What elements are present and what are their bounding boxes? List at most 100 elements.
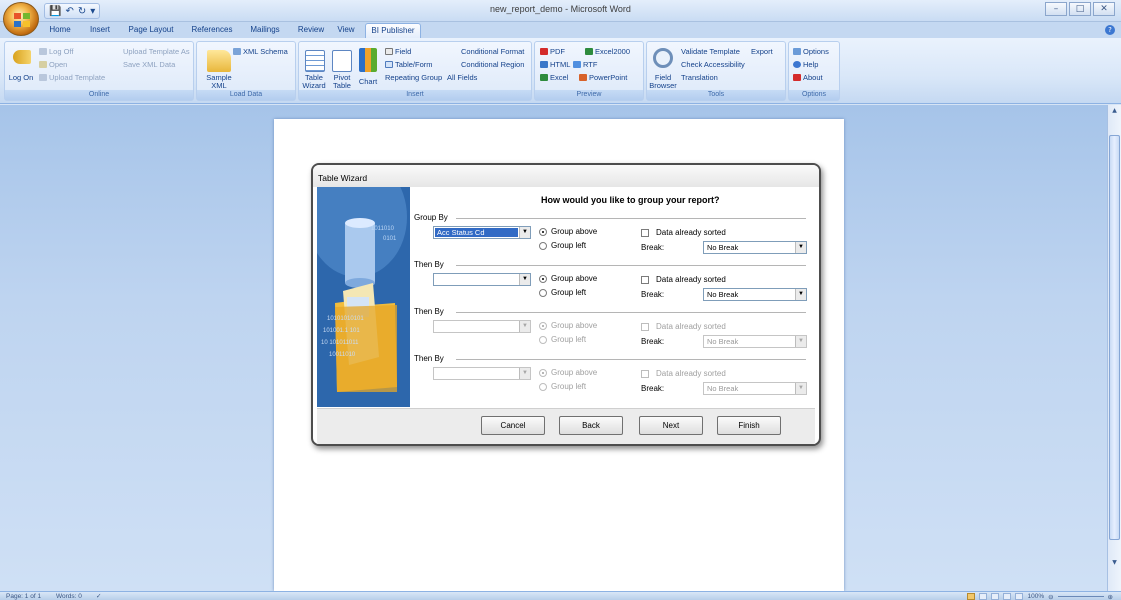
group-left-radio[interactable] — [539, 289, 547, 297]
tab-review[interactable]: Review — [295, 23, 327, 38]
log-on-button[interactable]: Log On — [5, 74, 37, 82]
zoom-slider[interactable] — [1057, 596, 1104, 597]
zoom-out-icon[interactable]: ⊖ — [1048, 593, 1053, 600]
group-left-radio — [539, 383, 547, 391]
field-browser-button[interactable]: Field Browser — [647, 74, 679, 90]
scroll-up-icon[interactable]: ▲ — [1109, 107, 1120, 117]
options-icon — [793, 48, 801, 55]
excel-icon — [540, 74, 548, 81]
tab-bi-publisher[interactable]: BI Publisher — [365, 23, 421, 38]
zoom-level[interactable]: 100% — [1027, 593, 1044, 600]
group-label-online: Online — [5, 90, 193, 100]
break-label: Break: — [641, 243, 665, 252]
preview-powerpoint-button[interactable]: PowerPoint — [579, 73, 627, 82]
group-above-radio[interactable] — [539, 275, 547, 283]
data-sorted-label: Data already sorted — [656, 322, 726, 331]
group-left-label: Group left — [551, 241, 587, 250]
preview-html-button[interactable]: HTML — [540, 60, 570, 69]
vertical-scrollbar[interactable]: ▲ ▼ — [1107, 105, 1121, 591]
break-select[interactable]: No Break ▼ — [703, 288, 807, 301]
dropdown-arrow-icon: ▼ — [519, 368, 530, 379]
web-layout-view-icon[interactable] — [991, 593, 1000, 600]
preview-excel-button[interactable]: Excel — [540, 73, 568, 82]
repeating-group-button[interactable]: Repeating Group — [385, 73, 442, 82]
powerpoint-icon — [579, 74, 587, 81]
group-insert: Table Wizard Pivot Table Chart Field Tab… — [298, 41, 532, 101]
data-sorted-label: Data already sorted — [656, 275, 726, 284]
upload-template-button[interactable]: Upload Template — [39, 73, 105, 82]
dropdown-arrow-icon[interactable]: ▼ — [795, 289, 806, 300]
data-sorted-checkbox — [641, 370, 649, 378]
tab-view[interactable]: View — [333, 23, 359, 38]
pivot-table-button[interactable]: Pivot Table — [329, 74, 355, 90]
draft-view-icon[interactable] — [1015, 593, 1024, 600]
minimize-button[interactable]: – — [1045, 2, 1067, 16]
full-screen-view-icon[interactable] — [979, 593, 988, 600]
data-sorted-checkbox[interactable] — [641, 276, 649, 284]
log-off-button[interactable]: Log Off — [39, 47, 73, 56]
break-label: Break: — [641, 290, 665, 299]
chart-button[interactable]: Chart — [355, 78, 381, 86]
group-by-select[interactable]: Acc Status Cd ▼ — [433, 226, 531, 239]
data-sorted-checkbox[interactable] — [641, 229, 649, 237]
chart-icon — [359, 48, 377, 72]
open-button[interactable]: Open — [39, 60, 67, 69]
check-accessibility-button[interactable]: Check Accessibility — [681, 60, 745, 69]
table-form-button[interactable]: Table/Form — [385, 60, 433, 69]
data-sorted-label: Data already sorted — [656, 369, 726, 378]
title-bar: 💾 ↶ ↻ ▾ new_report_demo - Microsoft Word… — [0, 0, 1121, 36]
finish-button[interactable]: Finish — [717, 416, 781, 435]
tab-home[interactable]: Home — [44, 23, 76, 38]
group-left-radio[interactable] — [539, 242, 547, 250]
maximize-button[interactable]: □ — [1069, 2, 1091, 16]
translation-button[interactable]: Translation — [681, 73, 718, 82]
validate-template-button[interactable]: Validate Template — [681, 47, 740, 56]
back-button[interactable]: Back — [559, 416, 623, 435]
word-count[interactable]: Words: 0 — [56, 592, 82, 600]
all-fields-button[interactable]: All Fields — [447, 73, 477, 82]
office-button[interactable] — [3, 2, 39, 36]
dialog-button-bar: Cancel Back Next Finish — [317, 408, 815, 444]
help-button[interactable]: Help — [793, 60, 818, 69]
upload-template-as-button[interactable]: Upload Template As — [123, 47, 190, 56]
xml-schema-button[interactable]: XML Schema — [233, 47, 288, 56]
dropdown-arrow-icon[interactable]: ▼ — [519, 227, 530, 238]
dropdown-arrow-icon[interactable]: ▼ — [795, 242, 806, 253]
about-button[interactable]: About — [793, 73, 823, 82]
tab-page-layout[interactable]: Page Layout — [125, 23, 177, 38]
next-button[interactable]: Next — [639, 416, 703, 435]
break-select-value: No Break — [707, 384, 739, 393]
dropdown-arrow-icon[interactable]: ▼ — [519, 274, 530, 285]
zoom-in-icon[interactable]: ⊕ — [1108, 593, 1113, 600]
dialog-titlebar[interactable]: Table Wizard — [313, 165, 819, 187]
scroll-down-icon[interactable]: ▼ — [1109, 559, 1120, 569]
options-button[interactable]: Options — [793, 47, 829, 56]
outline-view-icon[interactable] — [1003, 593, 1012, 600]
save-xml-data-button[interactable]: Save XML Data — [123, 60, 175, 69]
help-icon[interactable]: ? — [1105, 25, 1115, 35]
print-layout-view-icon[interactable] — [967, 593, 976, 600]
field-button[interactable]: Field — [385, 47, 411, 56]
log-off-icon — [39, 48, 47, 55]
dropdown-arrow-icon: ▼ — [795, 383, 806, 394]
tab-references[interactable]: References — [187, 23, 237, 38]
table-wizard-button[interactable]: Table Wizard — [299, 74, 329, 90]
then-by-select[interactable]: ▼ — [433, 273, 531, 286]
group-above-radio[interactable] — [539, 228, 547, 236]
export-button[interactable]: Export — [751, 47, 773, 56]
preview-pdf-button[interactable]: PDF — [540, 47, 565, 56]
break-select[interactable]: No Break ▼ — [703, 241, 807, 254]
cancel-button[interactable]: Cancel — [481, 416, 545, 435]
proofing-icon[interactable]: ✓ — [96, 592, 101, 600]
conditional-format-button[interactable]: Conditional Format — [461, 47, 524, 56]
close-button[interactable]: ✕ — [1093, 2, 1115, 16]
conditional-region-button[interactable]: Conditional Region — [461, 60, 524, 69]
data-sorted-label: Data already sorted — [656, 228, 726, 237]
sample-xml-button[interactable]: Sample XML — [201, 74, 237, 90]
preview-rtf-button[interactable]: RTF — [573, 60, 597, 69]
preview-excel2000-button[interactable]: Excel2000 — [585, 47, 630, 56]
scrollbar-thumb[interactable] — [1109, 135, 1120, 540]
tab-mailings[interactable]: Mailings — [245, 23, 285, 38]
tab-insert[interactable]: Insert — [84, 23, 116, 38]
page-count[interactable]: Page: 1 of 1 — [6, 592, 41, 600]
